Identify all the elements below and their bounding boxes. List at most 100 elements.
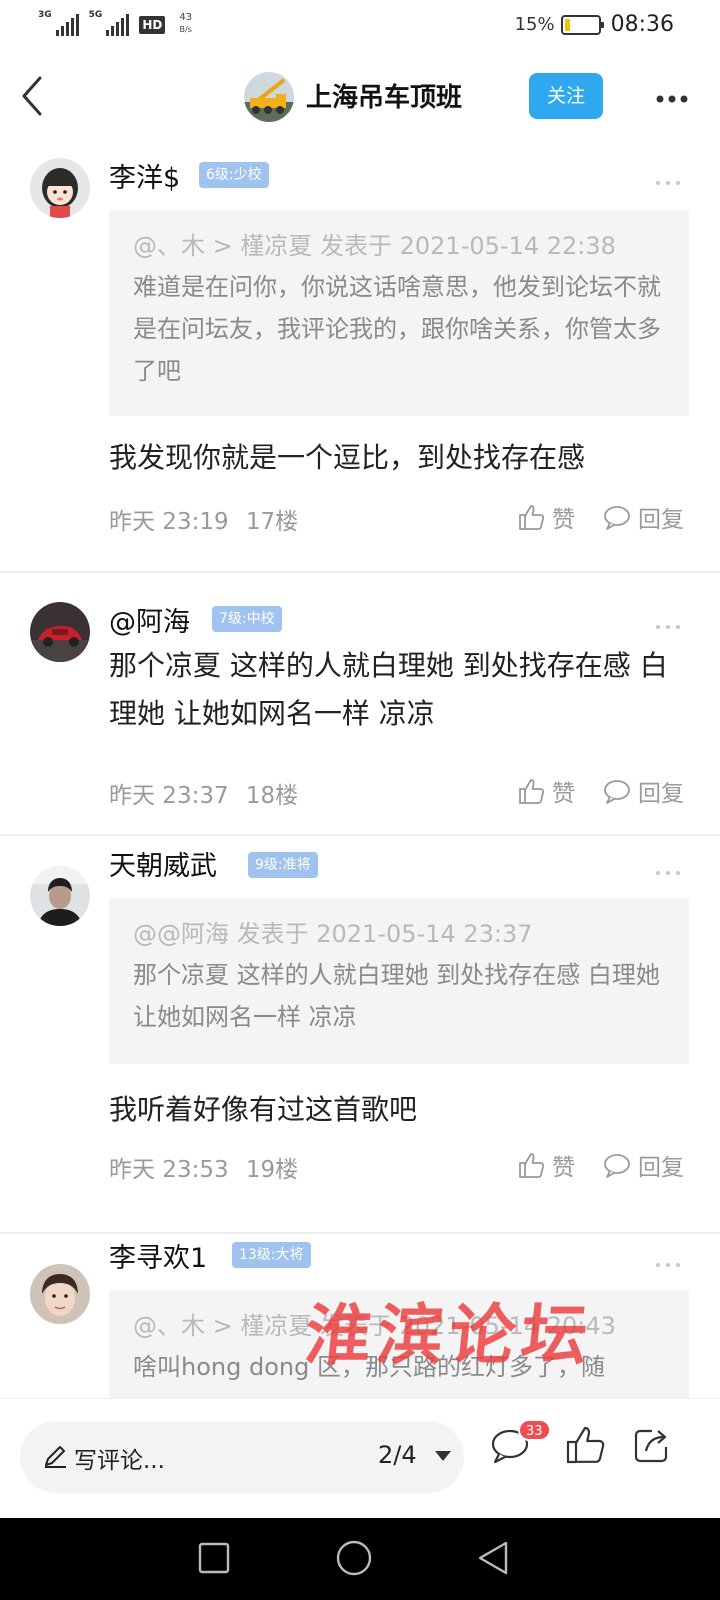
signal-bars-icon (55, 14, 79, 36)
clock: 08:36 (610, 12, 674, 37)
forum-logo[interactable] (244, 72, 294, 122)
avatar[interactable] (30, 158, 90, 218)
username[interactable]: 天朝威武 (109, 844, 217, 883)
floor-number: 19楼 (245, 1157, 299, 1183)
quoted-post[interactable]: @@阿海 发表于 2021-05-14 23:37 那个凉夏 这样的人就白理她 … (109, 898, 689, 1064)
back-nav-button[interactable] (474, 1538, 514, 1578)
cartoon-girl-avatar-icon (30, 158, 90, 218)
comment-text: 那个凉夏 这样的人就白理她 到处找存在感 白理她 让她如网名一样 凉凉 (109, 649, 668, 730)
write-comment-input[interactable]: 写评论... 2/4 (20, 1421, 464, 1493)
watermark: 淮滨论坛 (301, 1296, 598, 1374)
comment-time: 昨天 23:19 (109, 509, 229, 535)
level-badge: 13级:大将 (232, 1242, 311, 1268)
speed-value: 43 (179, 12, 193, 23)
back-button[interactable] (18, 74, 46, 118)
system-nav-bar (0, 1518, 720, 1600)
comment-more-button[interactable] (654, 172, 682, 185)
username[interactable]: @阿海 (109, 600, 190, 639)
username[interactable]: 李寻欢1 (109, 1240, 207, 1275)
divider (0, 834, 720, 836)
quoted-post[interactable]: @、木 > 槿凉夏 发表于 2021-05-14 22:38 难道是在问你，你说… (109, 210, 689, 416)
comment-meta: 昨天 23:37 18楼 (109, 776, 298, 810)
home-icon (336, 1540, 372, 1576)
signal-group: 3G 5G HD 43 B/s (38, 10, 192, 36)
forum-title[interactable]: 上海吊车顶班 (306, 77, 462, 114)
more-horizontal-icon (656, 181, 680, 185)
thumbs-up-icon (519, 1153, 545, 1178)
like-label: 赞 (552, 507, 575, 533)
battery-icon (560, 14, 604, 35)
recent-apps-button[interactable] (194, 1538, 234, 1578)
quote-body: 难道是在问你，你说这话啥意思，他发到论坛不就是在问坛友，我评论我的，跟你啥关系，… (133, 273, 661, 385)
thumbs-up-icon (566, 1426, 605, 1464)
quote-body: 那个凉夏 这样的人就白理她 到处找存在感 白理她 让她如网名一样 凉凉 (133, 961, 660, 1031)
like-button[interactable]: 赞 (516, 500, 575, 534)
follow-button[interactable]: 关注 (529, 73, 603, 119)
reply-label: 回复 (638, 507, 684, 533)
avatar[interactable] (30, 602, 90, 662)
back-icon (478, 1541, 508, 1575)
red-car-avatar-icon (30, 602, 90, 662)
quote-header: @、木 > 槿凉夏 发表于 2021-05-14 22:38 (133, 232, 616, 260)
reply-button[interactable]: 回复 (602, 1148, 684, 1182)
crane-truck-icon (244, 72, 294, 122)
more-button[interactable] (654, 90, 690, 103)
thumbs-up-icon (519, 779, 545, 804)
status-bar: 3G 5G HD 43 B/s 15% 08:36 (0, 0, 720, 48)
reply-label: 回复 (638, 1155, 684, 1181)
level-badge: 9级:准将 (248, 852, 318, 878)
more-horizontal-icon (656, 95, 688, 103)
level-badge: 6级:少校 (199, 162, 269, 188)
like-button[interactable]: 赞 (516, 774, 575, 808)
like-label: 赞 (552, 781, 575, 807)
hd-icon: HD (139, 16, 166, 34)
divider (0, 571, 720, 573)
signal-bars-icon (106, 14, 130, 36)
comment-time: 昨天 23:37 (109, 783, 229, 809)
avatar[interactable] (30, 866, 90, 926)
network-speed: 43 B/s (179, 12, 192, 36)
reply-label: 回复 (638, 781, 684, 807)
comment-more-button[interactable] (654, 616, 682, 629)
reply-button[interactable]: 回复 (602, 774, 684, 808)
battery-fill (564, 18, 570, 31)
username[interactable]: 李洋$ (109, 156, 180, 195)
thumbs-up-icon (519, 505, 545, 530)
like-button[interactable]: 赞 (516, 1148, 575, 1182)
like-label: 赞 (552, 1155, 575, 1181)
quote-header: @@阿海 发表于 2021-05-14 23:37 (133, 920, 533, 948)
comment-more-button[interactable] (654, 862, 682, 875)
speed-unit: B/s (179, 25, 192, 34)
comment-count-badge: 33 (518, 1419, 551, 1441)
home-button[interactable] (334, 1538, 374, 1578)
battery-percent: 15% (514, 14, 555, 35)
comment-item: 李洋$ 6级:少校 @、木 > 槿凉夏 发表于 2021-05-14 22:38… (0, 140, 720, 560)
man-portrait-avatar-icon (30, 866, 90, 926)
level-badge: 7级:中校 (212, 606, 282, 632)
man-face-avatar-icon (30, 1264, 90, 1324)
comment-bubble-icon (604, 506, 630, 530)
like-post-button[interactable] (562, 1423, 606, 1467)
comment-text: 我听着好像有过这首歌吧 (109, 1093, 418, 1126)
comment-more-button[interactable] (654, 1254, 682, 1267)
pencil-icon (45, 1446, 66, 1468)
chevron-left-icon (22, 76, 42, 116)
share-icon (634, 1429, 668, 1463)
more-horizontal-icon (656, 625, 680, 629)
avatar[interactable] (30, 1264, 90, 1324)
comment-meta: 昨天 23:53 19楼 (109, 1150, 298, 1184)
more-horizontal-icon (656, 1263, 680, 1267)
share-button[interactable] (630, 1423, 674, 1467)
comment-time: 昨天 23:53 (109, 1157, 229, 1183)
caret-down-icon[interactable] (434, 1449, 452, 1463)
comment-placeholder: 写评论... (74, 1448, 165, 1474)
signal-label-5g: 5G (88, 10, 103, 20)
reply-button[interactable]: 回复 (602, 500, 684, 534)
page-indicator[interactable]: 2/4 (378, 1441, 417, 1469)
signal-label-3g: 3G (38, 10, 52, 20)
comment-bubble-icon (604, 1154, 630, 1178)
comment-meta: 昨天 23:19 17楼 (109, 502, 298, 536)
comment-item: 天朝威武 9级:准将 @@阿海 发表于 2021-05-14 23:37 那个凉… (0, 842, 720, 1232)
recent-apps-icon (198, 1542, 230, 1574)
status-right: 15% 08:36 (515, 12, 674, 37)
